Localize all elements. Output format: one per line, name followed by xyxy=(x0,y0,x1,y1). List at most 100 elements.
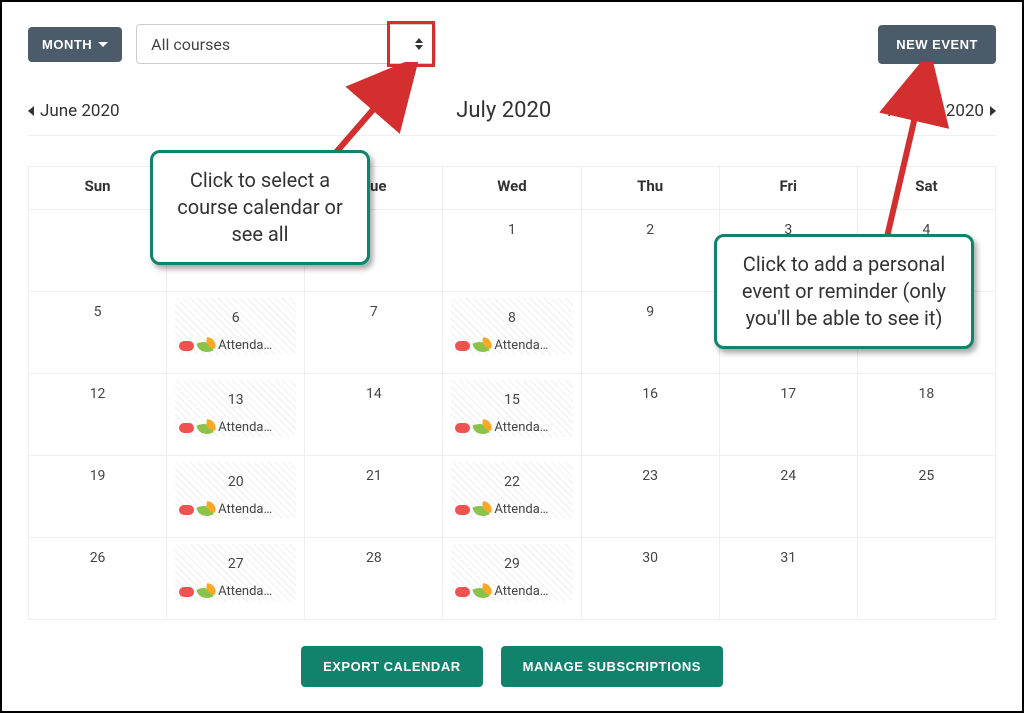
calendar-cell[interactable]: 17 xyxy=(719,374,857,456)
day-header: Sun xyxy=(29,167,167,210)
event-label: Attenda… xyxy=(218,584,272,599)
day-number: 7 xyxy=(311,298,436,320)
day-number: 24 xyxy=(726,462,851,484)
day-number: 2 xyxy=(588,216,713,238)
next-month-link[interactable]: August 2020 xyxy=(888,101,996,121)
calendar-event[interactable]: Attenda… xyxy=(453,502,570,517)
prev-month-link[interactable]: June 2020 xyxy=(28,101,120,121)
day-number: 15 xyxy=(453,386,570,408)
event-label: Attenda… xyxy=(494,338,548,353)
chevron-right-icon xyxy=(990,106,996,116)
calendar-cell[interactable]: 18 xyxy=(857,374,995,456)
day-number: 1 xyxy=(449,216,574,238)
course-select[interactable]: All courses xyxy=(136,24,436,64)
day-number: 21 xyxy=(311,462,436,484)
calendar-event[interactable]: Attenda… xyxy=(177,420,294,435)
event-category-dot xyxy=(179,341,194,351)
day-number: 23 xyxy=(588,462,713,484)
day-number: 17 xyxy=(726,380,851,402)
annotation-callout-course: Click to select a course calendar or see… xyxy=(150,150,370,265)
calendar-event[interactable]: Attenda… xyxy=(453,584,570,599)
calendar-cell[interactable]: 13 Attenda… xyxy=(167,374,305,456)
calendar-cell[interactable]: 8Attenda… xyxy=(443,292,581,374)
day-number: 30 xyxy=(588,544,713,566)
calendar-cell[interactable]: 15 Attenda… xyxy=(443,374,581,456)
calendar-cell[interactable]: 12 xyxy=(29,374,167,456)
attendance-icon xyxy=(198,503,214,517)
day-number: 20 xyxy=(177,468,294,490)
day-number: 29 xyxy=(453,550,570,572)
event-label: Attenda… xyxy=(218,420,272,435)
view-mode-label: MONTH xyxy=(42,37,92,52)
view-mode-button[interactable]: MONTH xyxy=(28,27,122,62)
prev-month-label: June 2020 xyxy=(40,101,120,121)
day-number: 22 xyxy=(453,468,570,490)
caret-down-icon xyxy=(98,42,108,47)
day-header: Sat xyxy=(857,167,995,210)
event-label: Attenda… xyxy=(218,338,272,353)
attendance-icon xyxy=(474,503,490,517)
sort-icon xyxy=(415,38,423,50)
event-category-dot xyxy=(455,341,470,351)
day-number: 12 xyxy=(35,380,160,402)
event-label: Attenda… xyxy=(494,420,548,435)
calendar-cell[interactable]: 23 xyxy=(581,456,719,538)
attendance-icon xyxy=(198,339,214,353)
attendance-icon xyxy=(474,421,490,435)
event-category-dot xyxy=(179,505,194,515)
calendar-cell[interactable]: 21 xyxy=(305,456,443,538)
calendar-cell[interactable]: 9 xyxy=(581,292,719,374)
day-number: 31 xyxy=(726,544,851,566)
calendar-cell[interactable]: 27 Attenda… xyxy=(167,538,305,620)
day-number: 27 xyxy=(177,550,294,572)
day-header: Wed xyxy=(443,167,581,210)
calendar-cell[interactable]: 16 xyxy=(581,374,719,456)
day-number: 25 xyxy=(864,462,989,484)
calendar-event[interactable]: Attenda… xyxy=(177,502,294,517)
event-category-dot xyxy=(455,587,470,597)
current-month-title: July 2020 xyxy=(456,98,551,123)
calendar-cell[interactable]: 29 Attenda… xyxy=(443,538,581,620)
calendar-cell[interactable]: 30 xyxy=(581,538,719,620)
calendar-cell[interactable]: 25 xyxy=(857,456,995,538)
day-number: 19 xyxy=(35,462,160,484)
calendar-cell[interactable]: 31 xyxy=(719,538,857,620)
event-category-dot xyxy=(179,423,194,433)
attendance-icon xyxy=(198,421,214,435)
calendar-cell[interactable]: 1 xyxy=(443,210,581,292)
calendar-cell[interactable] xyxy=(29,210,167,292)
event-label: Attenda… xyxy=(218,502,272,517)
calendar-cell[interactable]: 22 Attenda… xyxy=(443,456,581,538)
next-month-label: August 2020 xyxy=(888,101,984,121)
event-category-dot xyxy=(455,423,470,433)
annotation-callout-newevent: Click to add a personal event or reminde… xyxy=(714,234,974,349)
day-number: 28 xyxy=(311,544,436,566)
calendar-event[interactable]: Attenda… xyxy=(453,338,570,353)
calendar-cell[interactable]: 19 xyxy=(29,456,167,538)
new-event-button[interactable]: NEW EVENT xyxy=(878,25,996,64)
event-category-dot xyxy=(179,587,194,597)
calendar-event[interactable]: Attenda… xyxy=(177,584,294,599)
export-calendar-button[interactable]: EXPORT CALENDAR xyxy=(301,646,483,687)
calendar-cell[interactable]: 26 xyxy=(29,538,167,620)
day-number: 13 xyxy=(177,386,294,408)
calendar-cell[interactable]: 6Attenda… xyxy=(167,292,305,374)
day-number xyxy=(864,544,989,550)
calendar-cell[interactable]: 5 xyxy=(29,292,167,374)
calendar-cell[interactable]: 2 xyxy=(581,210,719,292)
calendar-cell[interactable]: 7 xyxy=(305,292,443,374)
calendar-event[interactable]: Attenda… xyxy=(453,420,570,435)
calendar-cell[interactable] xyxy=(857,538,995,620)
day-header: Thu xyxy=(581,167,719,210)
calendar-cell[interactable]: 28 xyxy=(305,538,443,620)
day-number: 14 xyxy=(311,380,436,402)
calendar-cell[interactable]: 20 Attenda… xyxy=(167,456,305,538)
calendar-cell[interactable]: 14 xyxy=(305,374,443,456)
day-number: 9 xyxy=(588,298,713,320)
day-number xyxy=(35,216,160,222)
calendar-cell[interactable]: 24 xyxy=(719,456,857,538)
calendar-event[interactable]: Attenda… xyxy=(177,338,294,353)
attendance-icon xyxy=(474,585,490,599)
manage-subscriptions-button[interactable]: MANAGE SUBSCRIPTIONS xyxy=(501,646,723,687)
course-select-value: All courses xyxy=(151,35,230,54)
